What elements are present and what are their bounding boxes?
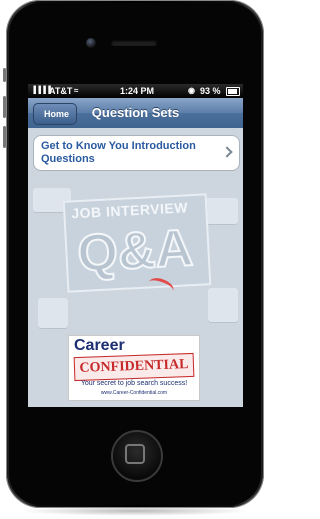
front-camera-icon bbox=[86, 38, 96, 48]
chevron-right-icon bbox=[221, 146, 233, 158]
list-item-label: Get to Know You Introduction Questions bbox=[41, 140, 196, 165]
qa-letters: Q&A bbox=[75, 218, 195, 284]
volume-down-button bbox=[3, 126, 6, 148]
logo-tagline: Your secret to job search success! bbox=[80, 380, 188, 387]
navigation-bar: Home Question Sets bbox=[28, 98, 243, 129]
status-bar: ▐▐▐▐ AT&T ≈ 1:24 PM ◉ 93 % bbox=[28, 84, 243, 98]
mute-switch bbox=[3, 68, 6, 82]
lock-rotation-icon: ◉ bbox=[188, 86, 195, 95]
keyboard-key bbox=[208, 288, 238, 322]
logo-career-text: Career bbox=[74, 337, 125, 354]
signal-icon: ▐▐▐▐ bbox=[31, 87, 51, 94]
earpiece-speaker bbox=[111, 40, 157, 46]
carrier-label: AT&T bbox=[49, 86, 73, 96]
battery-icon bbox=[226, 87, 240, 96]
list-item-question-set[interactable]: Get to Know You Introduction Questions bbox=[33, 135, 240, 171]
app-screen: ▐▐▐▐ AT&T ≈ 1:24 PM ◉ 93 % Home Question… bbox=[28, 84, 243, 407]
job-interview-qa-graphic: JOB INTERVIEW Q&A bbox=[62, 193, 212, 293]
logo-url: www.Career-Confidential.com bbox=[100, 390, 168, 396]
home-square-icon bbox=[125, 444, 145, 464]
battery-percent: 93 % bbox=[200, 86, 221, 96]
logo-confidential-stamp: CONFIDENTIAL bbox=[73, 352, 195, 382]
status-time: 1:24 PM bbox=[120, 86, 155, 96]
career-confidential-logo: Career CONFIDENTIAL Your secret to job s… bbox=[68, 335, 200, 401]
page-title: Question Sets bbox=[91, 105, 180, 120]
volume-up-button bbox=[3, 96, 6, 118]
qa-heading: JOB INTERVIEW bbox=[70, 199, 189, 222]
keyboard-key bbox=[38, 298, 68, 328]
wifi-icon: ≈ bbox=[74, 86, 79, 95]
